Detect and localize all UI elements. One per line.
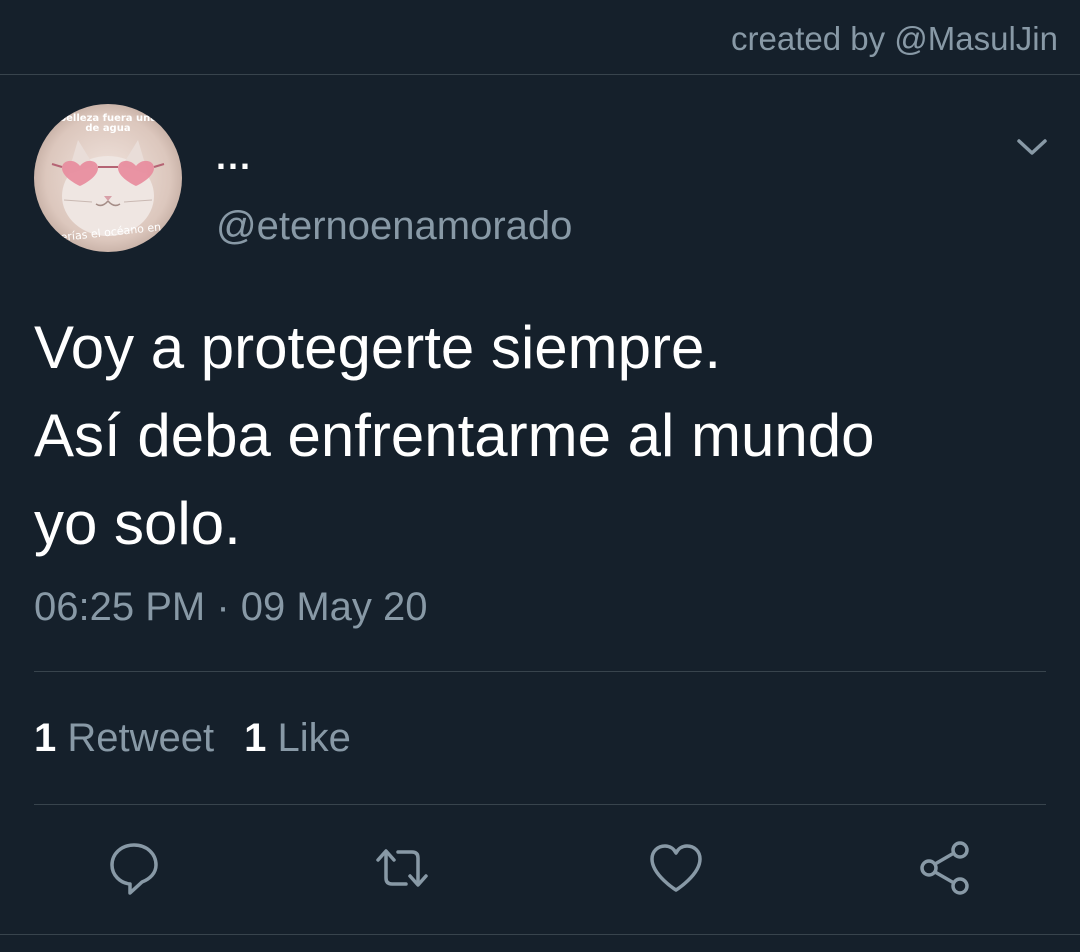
display-name[interactable]: ... bbox=[216, 136, 252, 178]
tweet-stats: 1 Retweet 1 Like bbox=[34, 716, 351, 761]
retweet-icon bbox=[376, 849, 428, 887]
likes-stat[interactable]: 1 Like bbox=[244, 716, 351, 761]
reply-icon bbox=[110, 843, 158, 895]
likes-count: 1 bbox=[244, 716, 267, 760]
tweet-timestamp[interactable]: 06:25 PM · 09 May 20 bbox=[34, 585, 428, 630]
retweet-button[interactable] bbox=[372, 838, 432, 898]
like-button[interactable] bbox=[646, 838, 706, 898]
tweet-text-line: Así deba enfrentarme al mundo bbox=[34, 402, 875, 469]
top-bar: created by @MasulJin bbox=[0, 0, 1080, 75]
retweets-count: 1 bbox=[34, 716, 57, 760]
action-bar bbox=[0, 838, 1080, 902]
divider bbox=[34, 671, 1046, 672]
share-button[interactable] bbox=[915, 838, 975, 898]
user-handle[interactable]: @eternoenamorado bbox=[216, 204, 572, 249]
credit-text: created by @MasulJin bbox=[731, 20, 1058, 57]
divider bbox=[0, 934, 1080, 935]
tweet-text-line: yo solo. bbox=[34, 490, 241, 557]
like-icon bbox=[650, 844, 702, 892]
share-icon bbox=[920, 841, 969, 895]
chevron-down-icon[interactable] bbox=[1014, 130, 1050, 166]
likes-label: Like bbox=[277, 716, 351, 760]
divider bbox=[34, 804, 1046, 805]
reply-button[interactable] bbox=[104, 838, 164, 898]
retweets-stat[interactable]: 1 Retweet bbox=[34, 716, 214, 761]
tweet-text-line: Voy a protegerte siempre. bbox=[34, 314, 722, 381]
retweets-label: Retweet bbox=[67, 716, 215, 760]
tweet-text: Voy a protegerte siempre. Así deba enfre… bbox=[34, 304, 1044, 568]
avatar[interactable]: belleza fuera una de agua serías el océa… bbox=[34, 104, 182, 252]
avatar-caption-top: belleza fuera una de agua bbox=[58, 113, 158, 134]
